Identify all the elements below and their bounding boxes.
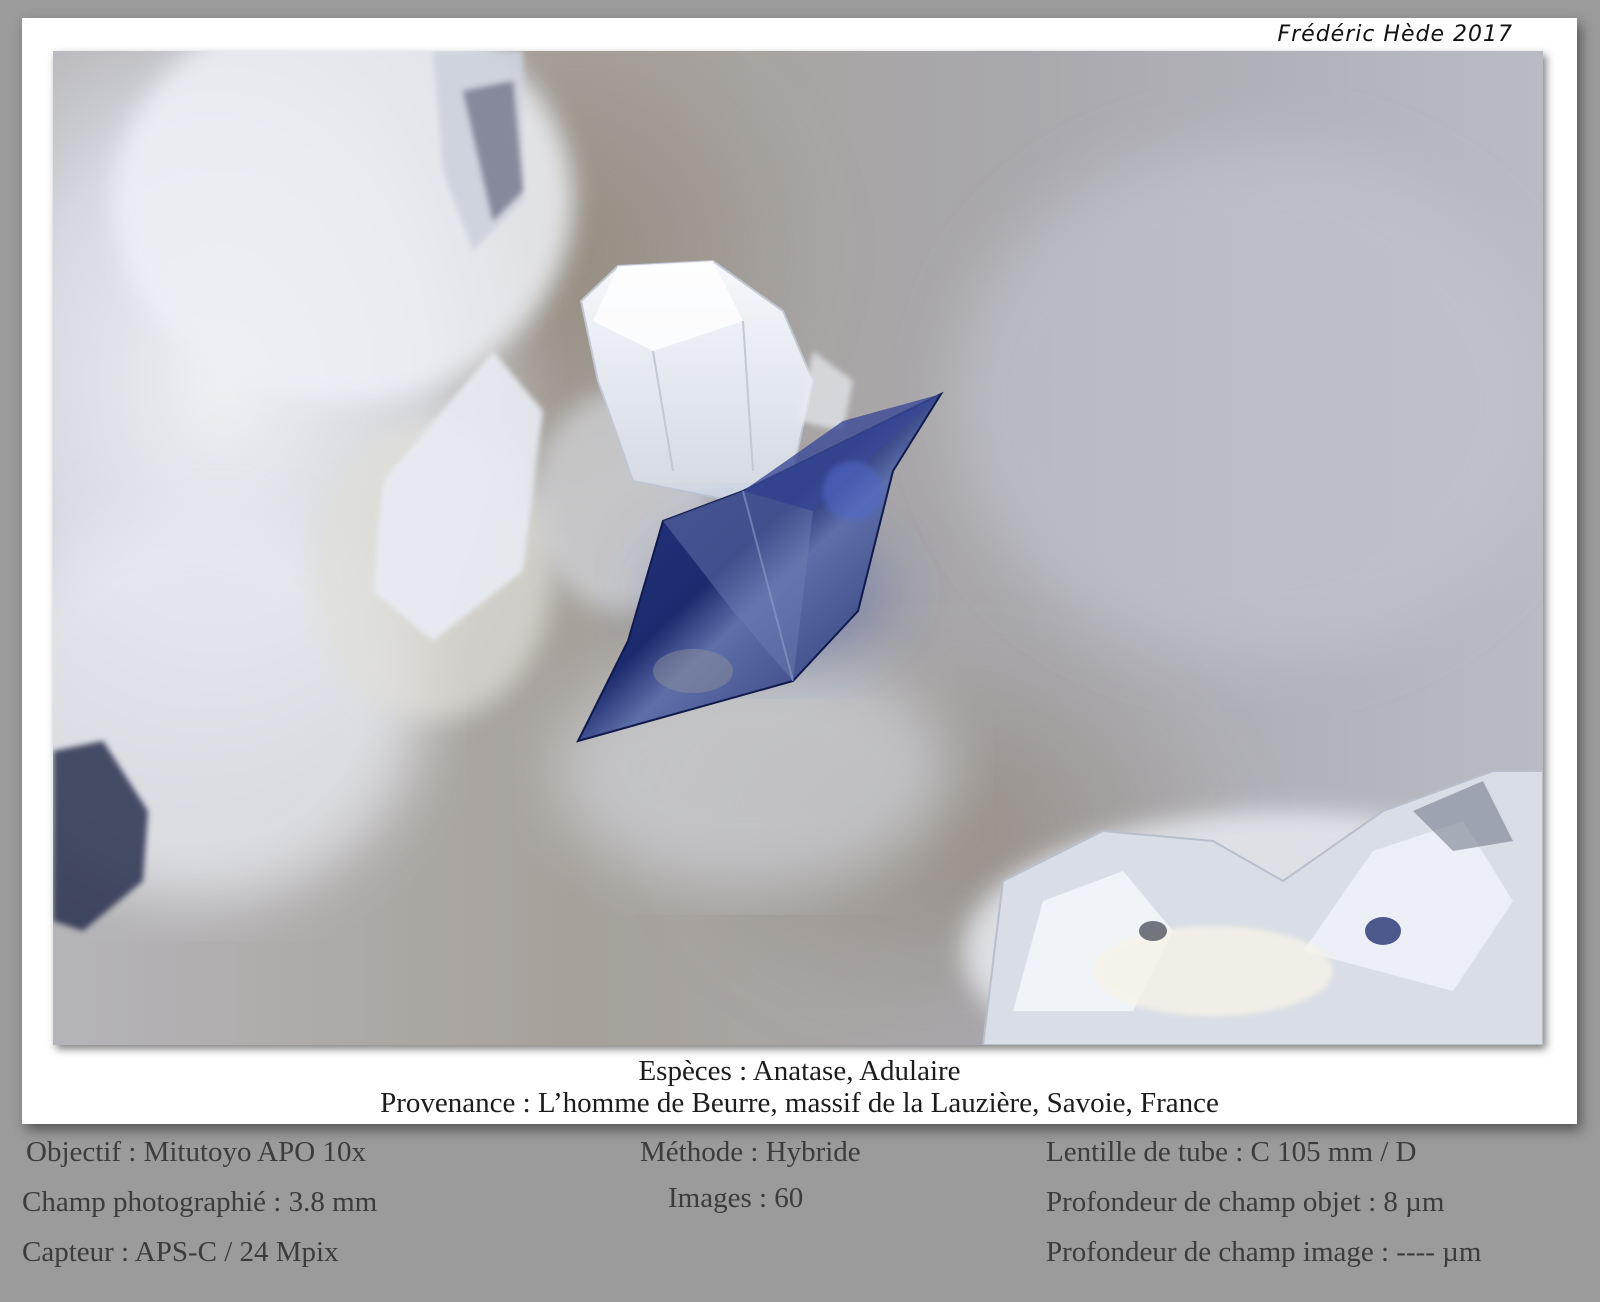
sensor-info: Capteur : APS-C / 24 Mpix [22, 1236, 339, 1268]
mineral-photo-illustration [53, 51, 1543, 1045]
object-dof-info: Profondeur de champ objet : 8 µm [1046, 1186, 1445, 1218]
photo-card: Frédéric Hède 2017 Espèces: Anatase, Ad… [22, 18, 1577, 1124]
field-info: Champ photographié : 3.8 mm [22, 1186, 378, 1218]
image-dof-info: Profondeur de champ image : ---- µm [1046, 1236, 1482, 1268]
images-info: Images : 60 [668, 1182, 804, 1214]
species-caption: Espèces : Anatase, Adulaire [638, 1055, 961, 1087]
origin-caption: Provenance : L’homme de Beurre, massif d… [380, 1087, 1219, 1119]
objective-info: Objectif : Mitutoyo APO 10x [26, 1136, 366, 1168]
mineral-photo [53, 51, 1543, 1045]
method-info: Méthode : Hybride [640, 1136, 861, 1168]
tube-lens-info: Lentille de tube : C 105 mm / D [1046, 1136, 1417, 1168]
signature: Frédéric Hède 2017 [1277, 22, 1513, 47]
